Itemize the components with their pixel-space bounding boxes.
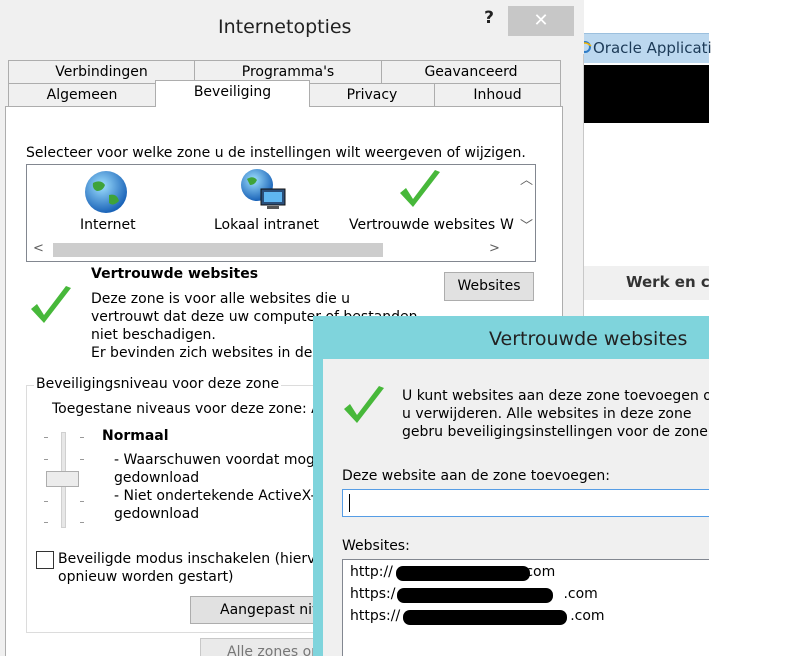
help-button[interactable]: ? bbox=[476, 8, 502, 32]
security-level-description: - Waarschuwen voordat moge gedownload - … bbox=[114, 451, 324, 523]
scroll-down-icon[interactable]: ﹀ bbox=[520, 215, 533, 234]
zone-prompt: Selecteer voor welke zone u de instellin… bbox=[26, 145, 526, 161]
browser-header-banner bbox=[583, 65, 709, 123]
zone-intranet-label[interactable]: Lokaal intranet bbox=[214, 217, 319, 233]
trusted-checkmark-icon bbox=[31, 286, 71, 323]
tab-inhoud[interactable]: Inhoud bbox=[434, 83, 561, 106]
reset-all-zones-button[interactable]: Alle zones or bbox=[200, 638, 330, 656]
browser-tab-label: Oracle Applicati bbox=[593, 39, 712, 57]
websites-list[interactable]: http://.com https:/.com https://.com bbox=[342, 559, 709, 656]
websites-list-label: Websites: bbox=[342, 538, 410, 554]
intranet-icon[interactable] bbox=[237, 167, 289, 213]
zone-trusted-label[interactable]: Vertrouwde websites bbox=[349, 217, 495, 233]
slider-tick bbox=[80, 437, 84, 438]
slider-tick bbox=[44, 522, 48, 523]
selected-zone-title: Vertrouwde websites bbox=[91, 266, 259, 282]
site-suffix: .com bbox=[563, 586, 598, 602]
zone-restricted-label[interactable]: W bbox=[500, 217, 514, 233]
trusted-sites-info: U kunt websites aan deze zone toevoegen … bbox=[402, 388, 709, 440]
slider-tick bbox=[44, 437, 48, 438]
level-desc-line: - Waarschuwen voordat moge bbox=[114, 452, 324, 468]
add-site-label: Deze website aan de zone toevoegen: bbox=[342, 468, 610, 484]
zone-horizontal-scrollbar[interactable]: < > bbox=[27, 239, 535, 261]
close-button[interactable]: ✕ bbox=[508, 6, 574, 36]
security-slider-thumb[interactable] bbox=[46, 471, 79, 487]
slider-tick bbox=[44, 459, 48, 460]
site-prefix: https:// bbox=[350, 608, 401, 624]
level-desc-line: - Niet ondertekende ActiveX-b bbox=[114, 488, 325, 504]
browser-tab[interactable]: Oracle Applicati bbox=[576, 33, 712, 63]
zone-description-text-2: Er bevinden zich websites in deze bbox=[91, 345, 329, 361]
tab-geavanceerd[interactable]: Geavanceerd bbox=[381, 60, 561, 83]
site-suffix: .com bbox=[570, 608, 605, 624]
scroll-right-icon[interactable]: > bbox=[489, 241, 500, 256]
protected-mode-label-line: opnieuw worden gestart) bbox=[58, 569, 234, 585]
redaction bbox=[396, 566, 530, 581]
tab-beveiliging[interactable]: Beveiliging bbox=[155, 80, 310, 107]
dialog-titlebar: Internetopties ? ✕ bbox=[0, 0, 584, 54]
level-desc-line: gedownload bbox=[114, 470, 200, 486]
level-desc-line: gedownload bbox=[114, 506, 200, 522]
redaction bbox=[403, 610, 567, 625]
trusted-sites-body: U kunt websites aan deze zone toevoegen … bbox=[323, 359, 709, 656]
slider-tick bbox=[44, 501, 48, 502]
redaction bbox=[397, 588, 553, 603]
allowed-levels-label: Toegestane niveaus voor deze zone: A bbox=[52, 401, 321, 417]
trusted-sites-checkmark-icon bbox=[344, 386, 384, 423]
protected-mode-checkbox[interactable] bbox=[36, 551, 54, 569]
checkmark-icon[interactable] bbox=[397, 167, 443, 213]
browser-strip-text: Werk en c bbox=[626, 273, 710, 291]
text-caret bbox=[349, 494, 350, 512]
scroll-up-icon[interactable]: ︿ bbox=[520, 169, 533, 188]
tab-privacy[interactable]: Privacy bbox=[309, 83, 435, 106]
zone-list[interactable]: Internet Lokaal intranet Vertrouwde webs… bbox=[26, 164, 536, 262]
slider-tick bbox=[80, 501, 84, 502]
globe-icon[interactable] bbox=[83, 169, 129, 215]
zone-internet-label[interactable]: Internet bbox=[80, 217, 136, 233]
slider-tick bbox=[80, 522, 84, 523]
scroll-left-icon[interactable]: < bbox=[33, 241, 44, 256]
trusted-sites-title: Vertrouwde websites bbox=[489, 328, 688, 350]
add-site-input[interactable] bbox=[342, 489, 709, 517]
site-prefix: http:// bbox=[350, 564, 393, 580]
tab-algemeen[interactable]: Algemeen bbox=[8, 83, 156, 106]
browser-content-strip: Werk en c bbox=[583, 266, 710, 300]
protected-mode-label[interactable]: Beveiligde modus inschakelen (hiervo opn… bbox=[58, 550, 324, 586]
security-level-name: Normaal bbox=[102, 428, 169, 444]
site-prefix: https:/ bbox=[350, 586, 396, 602]
trusted-sites-dialog: Vertrouwde websites U kunt websites aan … bbox=[313, 316, 709, 656]
horizontal-scroll-thumb[interactable] bbox=[53, 243, 383, 257]
websites-button[interactable]: Websites bbox=[444, 272, 534, 301]
protected-mode-label-line: Beveiligde modus inschakelen (hiervo bbox=[58, 551, 325, 567]
slider-tick bbox=[80, 459, 84, 460]
custom-level-button[interactable]: Aangepast niv bbox=[190, 596, 330, 624]
security-level-group-label: Beveiligingsniveau voor deze zone bbox=[34, 376, 282, 392]
zone-vertical-scrollbar[interactable]: ︿ ﹀ bbox=[517, 165, 535, 239]
dialog-title: Internetopties bbox=[218, 16, 352, 38]
